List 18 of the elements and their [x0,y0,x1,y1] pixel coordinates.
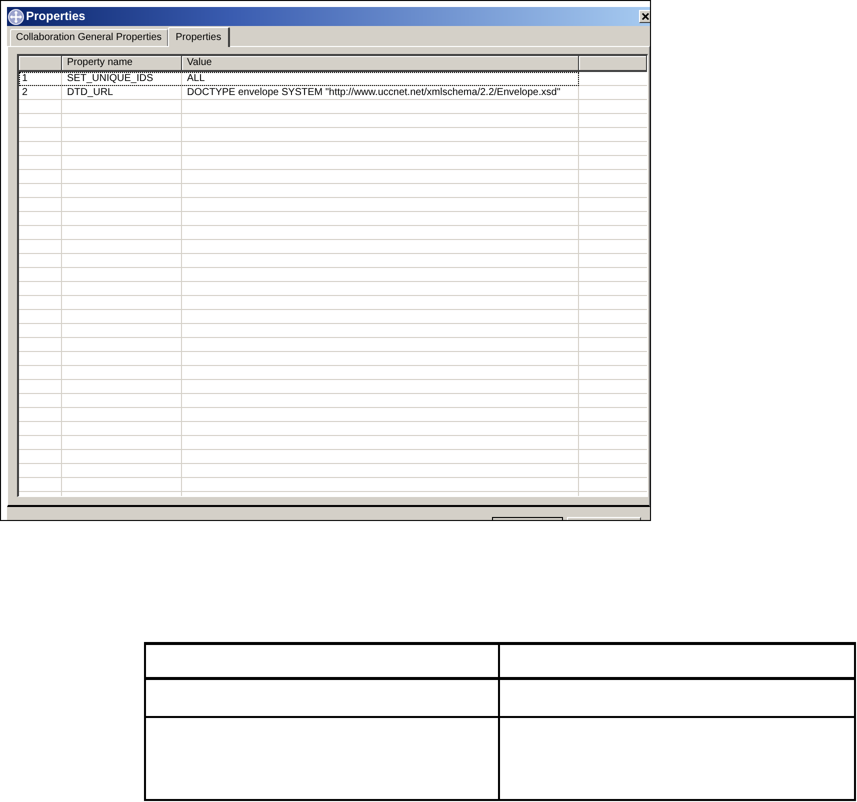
table-cell-text: DOCTYPE envelope SYSTEM "http://www.uccnet.net/xmlschema/2.2/Envelope.xsd" [186,86,562,100]
cut-off-button[interactable] [492,517,563,520]
column-header[interactable]: Value [182,56,579,70]
column-header[interactable] [19,56,62,70]
close-button[interactable] [639,10,650,23]
table-cell-text: SET_UNIQUE_IDS [66,72,154,86]
table-cell-text: ALL [186,72,206,86]
tab[interactable]: Properties [168,27,230,47]
row-number: 2 [21,86,29,100]
table-cell-text: DTD_URL [66,86,114,100]
tab[interactable]: Collaboration General Properties [10,29,168,46]
table-row[interactable]: 1 SET_UNIQUE_IDS ALL [19,72,579,86]
column-header[interactable]: Property name [62,56,182,70]
window-title: Properties [26,9,86,24]
four-arrows-icon [8,8,24,24]
row-number: 1 [21,72,29,86]
table-row[interactable]: 2 DTD_URL DOCTYPE envelope SYSTEM "http://www.uccnet.net/xmlschema/2.2/Envelope.xsd" [19,86,579,100]
close-icon [642,13,648,20]
